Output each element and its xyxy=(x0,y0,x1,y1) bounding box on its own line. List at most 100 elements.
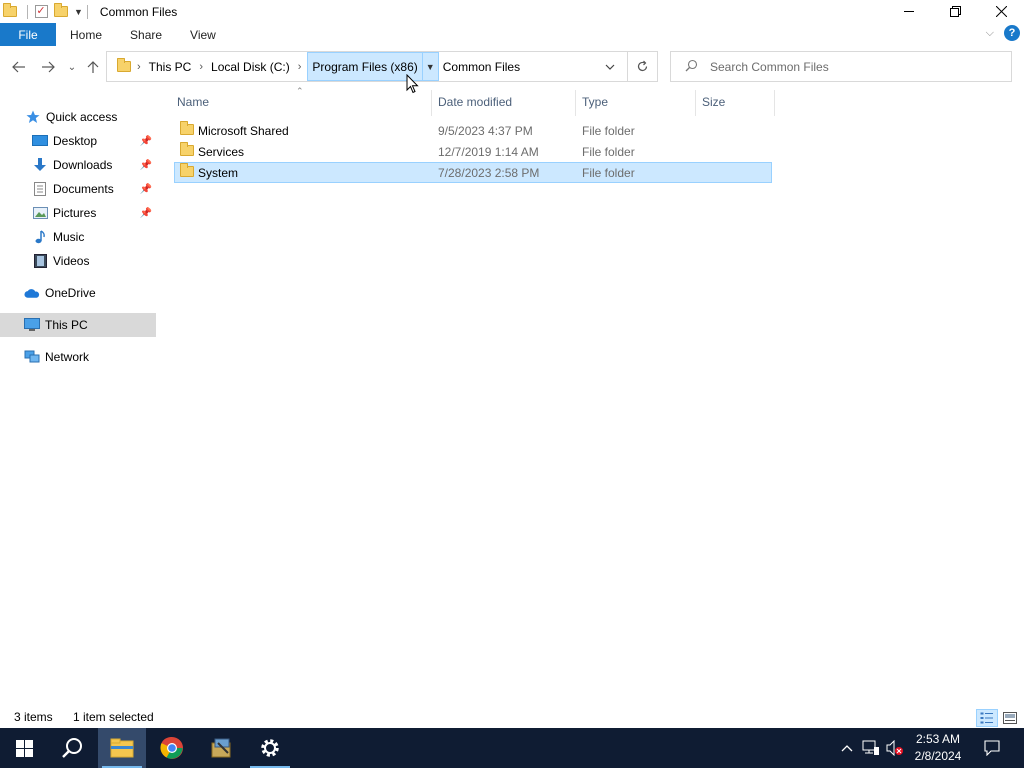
sidebar-item-documents[interactable]: Documents 📌 xyxy=(0,177,156,201)
file-row[interactable]: Microsoft Shared 9/5/2023 4:37 PM File f… xyxy=(174,120,772,141)
up-button[interactable] xyxy=(82,56,104,78)
navigation-pane: Quick access Desktop 📌 Downloads 📌 Docum… xyxy=(0,90,156,702)
selection-count: 1 item selected xyxy=(73,710,154,724)
address-history-dropdown-icon[interactable] xyxy=(599,52,621,81)
file-date: 7/28/2023 2:58 PM xyxy=(438,165,540,180)
tab-file[interactable]: File xyxy=(0,23,56,46)
file-name: Services xyxy=(198,144,245,159)
sidebar-item-this-pc[interactable]: This PC xyxy=(0,313,156,337)
taskbar-chrome[interactable] xyxy=(148,728,196,768)
column-header-type[interactable]: Type xyxy=(582,90,608,114)
close-button[interactable] xyxy=(978,0,1024,23)
breadcrumb-local-disk[interactable]: Local Disk (C:) xyxy=(209,52,292,81)
file-row-selected[interactable]: System 7/28/2023 2:58 PM File folder xyxy=(174,162,772,183)
chevron-right-icon[interactable]: › xyxy=(137,61,141,73)
chevron-right-icon[interactable]: › xyxy=(199,61,203,73)
network-icon xyxy=(24,349,40,365)
sidebar-item-label: Desktop xyxy=(53,134,98,148)
network-tray-button[interactable] xyxy=(860,728,882,768)
breadcrumb-current[interactable]: Common Files xyxy=(443,60,520,74)
taskbar-clock[interactable]: 2:53 AM 2/8/2024 xyxy=(906,731,970,765)
installer-icon xyxy=(211,738,231,758)
file-row[interactable]: Services 12/7/2019 1:14 AM File folder xyxy=(174,141,772,162)
taskbar-search-button[interactable] xyxy=(48,728,96,768)
show-hidden-icons-button[interactable] xyxy=(838,728,856,768)
pin-icon[interactable]: 📌 xyxy=(140,136,152,147)
download-icon xyxy=(32,157,48,173)
column-divider[interactable] xyxy=(774,90,775,116)
sidebar-item-desktop[interactable]: Desktop 📌 xyxy=(0,129,156,153)
column-header-date-modified[interactable]: Date modified xyxy=(438,90,512,114)
sidebar-item-label: Downloads xyxy=(53,158,113,172)
pin-icon[interactable]: 📌 xyxy=(140,208,152,219)
minimize-button[interactable] xyxy=(886,0,932,23)
restore-icon xyxy=(949,6,961,17)
large-icons-view-icon xyxy=(1003,712,1017,724)
forward-arrow-icon xyxy=(42,61,55,73)
sidebar-item-label: Documents xyxy=(53,182,114,196)
notification-icon xyxy=(984,740,1000,756)
new-folder-icon[interactable] xyxy=(53,3,69,20)
action-center-button[interactable] xyxy=(978,728,1006,768)
sidebar-item-label: Pictures xyxy=(53,206,97,220)
column-divider[interactable] xyxy=(695,90,696,116)
address-bar[interactable]: › This PC › Local Disk (C:) › Program Fi… xyxy=(106,51,658,82)
sidebar-item-label: Network xyxy=(45,350,90,364)
breadcrumb-dropdown-icon[interactable]: ▼ xyxy=(422,52,439,81)
sidebar-item-label: OneDrive xyxy=(45,286,96,300)
recent-locations-icon[interactable]: ⌄ xyxy=(64,56,80,78)
sidebar-item-quick-access[interactable]: Quick access xyxy=(0,105,156,129)
file-type: File folder xyxy=(582,144,635,159)
clock-time: 2:53 AM xyxy=(915,732,961,746)
large-icons-view-button[interactable] xyxy=(999,709,1021,727)
tab-home[interactable]: Home xyxy=(56,23,116,46)
sidebar-item-videos[interactable]: Videos xyxy=(0,249,156,273)
search-input[interactable] xyxy=(710,59,990,74)
column-header-size[interactable]: Size xyxy=(702,90,725,114)
column-divider[interactable] xyxy=(431,90,432,116)
details-view-button[interactable] xyxy=(976,709,998,727)
taskbar-settings[interactable] xyxy=(246,728,294,768)
file-name: System xyxy=(198,165,239,180)
sidebar-item-pictures[interactable]: Pictures 📌 xyxy=(0,201,156,225)
refresh-icon xyxy=(637,60,648,72)
sidebar-item-network[interactable]: Network xyxy=(0,345,156,369)
chevron-right-icon[interactable]: › xyxy=(298,61,302,73)
title-bar: ✓ ▼ Common Files xyxy=(0,0,1024,23)
tab-view[interactable]: View xyxy=(176,23,230,46)
file-date: 12/7/2019 1:14 AM xyxy=(438,144,539,159)
sidebar-item-music[interactable]: Music xyxy=(0,225,156,249)
properties-icon[interactable]: ✓ xyxy=(33,4,49,20)
pin-icon[interactable]: 📌 xyxy=(140,184,152,195)
breadcrumb-this-pc[interactable]: This PC xyxy=(147,52,194,81)
ribbon-tabs: File Home Share View ⌵ ? xyxy=(0,23,1024,46)
refresh-button[interactable] xyxy=(627,52,657,81)
help-icon[interactable]: ? xyxy=(1004,25,1020,41)
pin-icon[interactable]: 📌 xyxy=(140,160,152,171)
start-button[interactable] xyxy=(0,728,48,768)
restore-button[interactable] xyxy=(932,0,978,23)
sidebar-item-downloads[interactable]: Downloads 📌 xyxy=(0,153,156,177)
pictures-icon xyxy=(32,205,48,221)
back-button[interactable] xyxy=(8,56,30,78)
search-box[interactable] xyxy=(670,51,1012,82)
sidebar-item-onedrive[interactable]: OneDrive xyxy=(0,281,156,305)
taskbar-file-explorer[interactable] xyxy=(98,728,146,768)
close-icon xyxy=(995,6,1007,17)
back-arrow-icon xyxy=(12,61,25,73)
volume-tray-button[interactable] xyxy=(884,728,906,768)
music-icon xyxy=(32,229,48,245)
column-divider[interactable] xyxy=(575,90,576,116)
forward-button[interactable] xyxy=(37,56,59,78)
tab-share[interactable]: Share xyxy=(116,23,176,46)
item-count: 3 items xyxy=(14,710,53,724)
file-explorer-icon xyxy=(110,738,134,758)
chevron-up-icon xyxy=(841,744,853,751)
customize-toolbar-icon[interactable]: ▼ xyxy=(74,7,83,17)
up-arrow-icon xyxy=(87,61,99,73)
desktop-icon xyxy=(32,133,48,149)
column-header-name[interactable]: Name xyxy=(177,90,209,114)
expand-ribbon-icon[interactable]: ⌵ xyxy=(986,27,994,40)
chrome-icon xyxy=(160,736,183,759)
taskbar-installer[interactable] xyxy=(198,728,246,768)
